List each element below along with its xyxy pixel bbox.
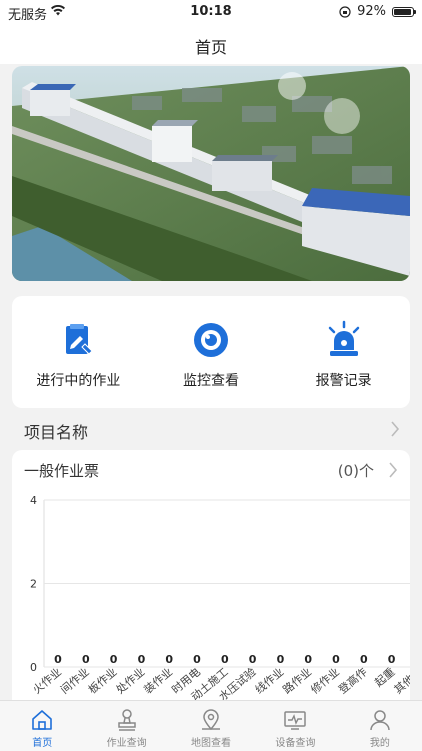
x-tick-label: 处作业 — [114, 665, 148, 696]
bar-value-label: 0 — [277, 653, 285, 666]
x-tick-label: 路作业 — [280, 665, 314, 696]
tab-home[interactable]: 首页 — [0, 701, 84, 751]
project-selector[interactable]: 项目名称 — [0, 414, 422, 444]
x-tick-label: 板作业 — [85, 665, 119, 697]
stamp-icon — [117, 709, 136, 731]
home-icon — [32, 710, 53, 730]
factory-aerial-image — [12, 66, 410, 281]
quick-action-label: 进行中的作业 — [36, 373, 121, 389]
status-bar: 无服务 10:18 92% — [0, 0, 422, 24]
bar-value-label: 0 — [110, 653, 118, 666]
battery-icon — [392, 6, 416, 17]
x-tick-label: 间作业 — [58, 665, 92, 696]
y-tick-label: 4 — [30, 494, 37, 507]
battery-percent: 92% — [357, 4, 386, 19]
bar-value-label: 0 — [304, 653, 312, 666]
project-name-label: 项目名称 — [24, 423, 89, 442]
x-tick-label: 线作业 — [252, 665, 286, 697]
bar-value-label: 0 — [54, 653, 62, 666]
bar-value-label: 0 — [388, 653, 396, 666]
bar-value-label: 0 — [249, 653, 257, 666]
tab-label: 设备查询 — [275, 738, 316, 749]
tab-work-query[interactable]: 作业查询 — [84, 701, 168, 751]
x-tick-label: 登高作 — [335, 665, 369, 697]
work-ticket-card[interactable]: 一般作业票 (0)个 0 2 4 0 0 0 0 0 0 0 0 0 0 0 0 0 火作业 间作业 板作业 处作业装… — [12, 450, 410, 710]
monitor-chart-icon — [284, 711, 307, 730]
monitor-camera-icon — [194, 323, 228, 357]
y-tick-label: 0 — [30, 661, 37, 674]
quick-actions: 进行中的作业 监控查看 报警记录 — [12, 296, 410, 408]
quick-action-alarm[interactable]: 报警记录 — [277, 296, 410, 408]
orientation-lock-icon — [339, 5, 351, 18]
edit-document-icon — [66, 324, 94, 355]
bar-value-label: 0 — [332, 653, 340, 666]
map-pin-icon — [202, 709, 221, 731]
bar-value-label: 0 — [193, 653, 201, 666]
quick-action-label: 监控查看 — [183, 373, 239, 389]
tab-label: 作业查询 — [106, 738, 147, 749]
tab-device-query[interactable]: 设备查询 — [253, 701, 337, 751]
y-tick-label: 2 — [30, 578, 37, 591]
hero-banner[interactable] — [12, 66, 410, 281]
tab-label: 首页 — [32, 738, 53, 749]
bar-value-label: 0 — [138, 653, 146, 666]
x-tick-label: 其他作 — [392, 665, 410, 696]
tab-bar: 首页 作业查询 地图查看 设备查询 我的 — [0, 700, 422, 751]
alarm-light-icon — [328, 320, 359, 356]
x-tick-label: 装作业 — [141, 665, 175, 696]
page-title: 首页 — [194, 38, 227, 57]
user-icon — [370, 710, 390, 731]
quick-action-ongoing-work[interactable]: 进行中的作业 — [12, 296, 145, 408]
work-ticket-bar-chart: 0240 0 0 0 0 0 0 0 0 0 0 0 0火作业间作业板作业处作业装作业时用电动土施工水压… — [30, 494, 410, 704]
quick-action-label: 报警记录 — [315, 373, 372, 389]
x-tick-label: 修作业 — [308, 665, 342, 697]
tab-map[interactable]: 地图查看 — [169, 701, 253, 751]
tab-label: 地图查看 — [191, 738, 232, 749]
bar-value-label: 0 — [221, 653, 229, 666]
tab-profile[interactable]: 我的 — [338, 701, 422, 751]
bar-value-label: 0 — [165, 653, 173, 666]
bar-value-label: 0 — [360, 653, 368, 666]
chevron-right-icon — [391, 421, 400, 437]
quick-action-monitor[interactable]: 监控查看 — [145, 296, 278, 408]
bar-value-label: 0 — [82, 653, 90, 666]
nav-bar: 首页 — [0, 24, 422, 64]
tab-label: 我的 — [369, 738, 390, 749]
